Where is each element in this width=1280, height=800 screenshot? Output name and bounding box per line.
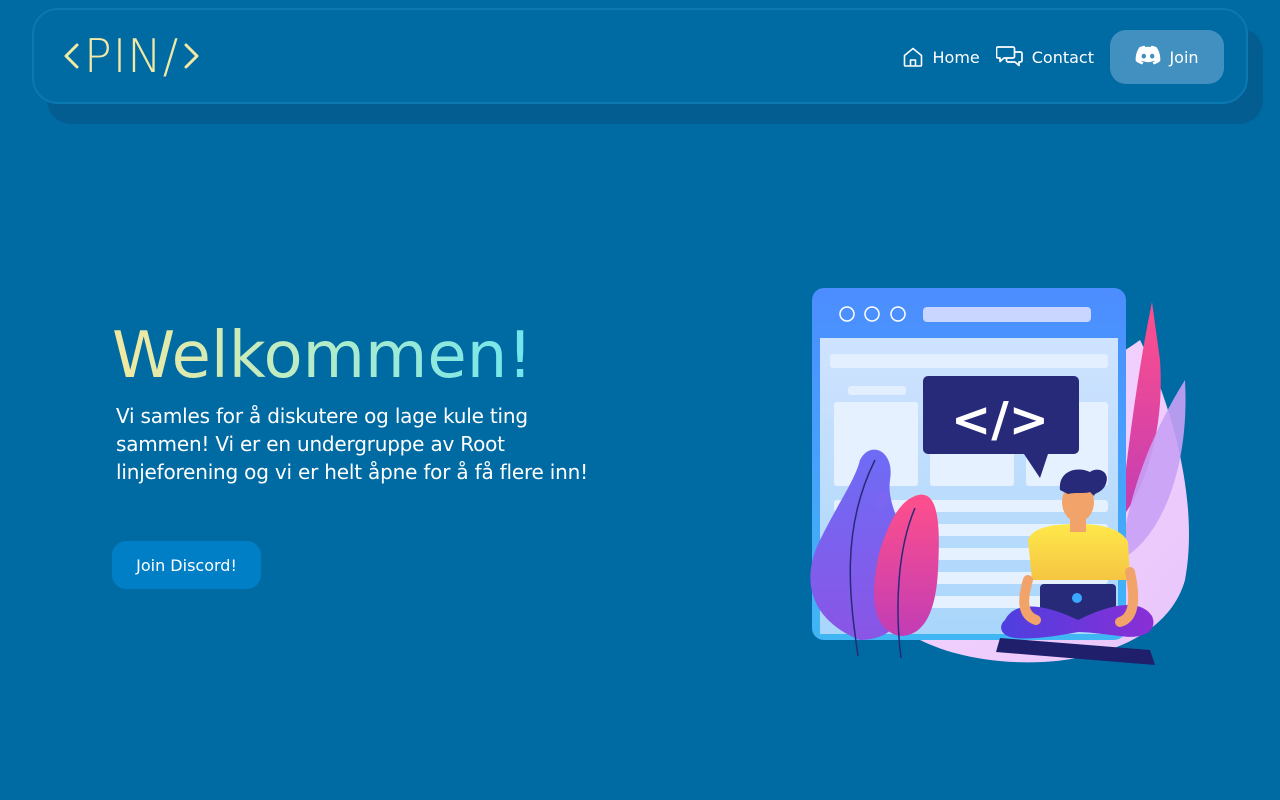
header-bar: PIN/ Home Contact Join (32, 8, 1248, 104)
logo-text: PIN/ (84, 29, 180, 83)
hero-description-line: Vi samles for å diskutere og lage kule t… (116, 404, 528, 428)
join-button-label: Join (1169, 47, 1199, 67)
hero-description: Vi samles for å diskutere og lage kule t… (116, 402, 616, 486)
chevron-right-icon (184, 43, 199, 69)
nav-home-label: Home (932, 47, 980, 67)
join-button[interactable]: Join (1110, 30, 1224, 84)
home-icon (901, 45, 925, 69)
code-bubble-text: </> (951, 392, 1049, 448)
chat-bubbles-icon (995, 44, 1024, 70)
discord-icon (1135, 45, 1161, 69)
hero-description-line: sammen! Vi er en undergruppe av Root (116, 432, 505, 456)
main-nav: Home Contact Join (901, 30, 1224, 84)
join-discord-button[interactable]: Join Discord! (112, 541, 261, 589)
nav-home[interactable]: Home (901, 45, 980, 69)
hero-title: Welkommen! (112, 316, 533, 396)
nav-contact-label: Contact (1031, 47, 1094, 67)
site-logo[interactable]: PIN/ (62, 28, 201, 84)
developer-illustration: </> (810, 288, 1189, 665)
nav-contact[interactable]: Contact (995, 44, 1094, 70)
chevron-left-icon (64, 43, 79, 69)
hero-description-line: linjeforening og vi er helt åpne for å f… (116, 460, 588, 484)
